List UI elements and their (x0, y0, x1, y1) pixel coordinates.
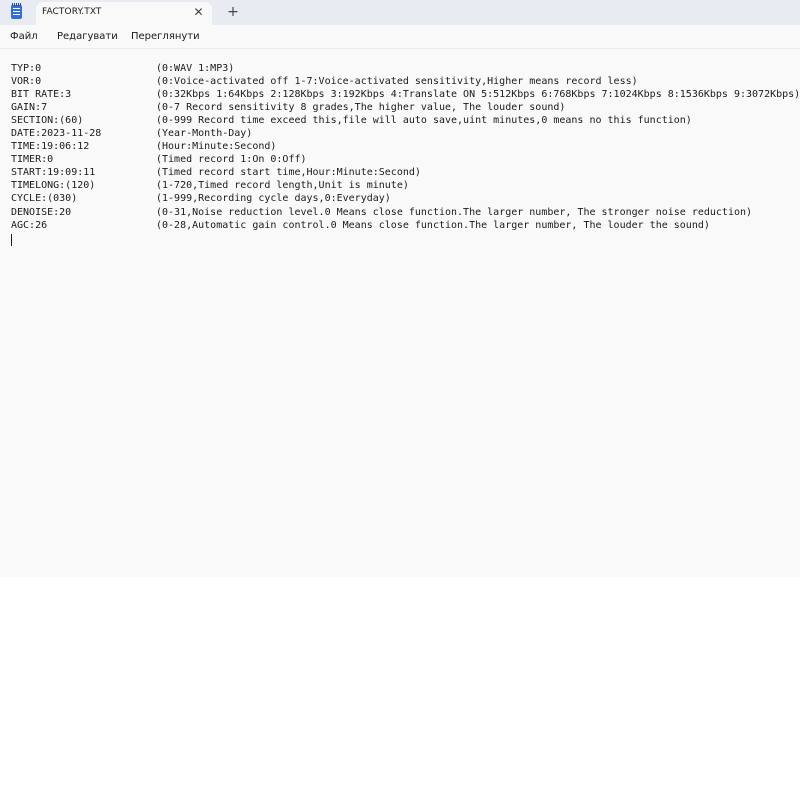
config-key: CYCLE:(030) (11, 193, 78, 204)
config-key: VOR:0 (11, 76, 42, 87)
new-tab-button[interactable]: + (226, 5, 240, 19)
text-line: TYP:0 (0:WAV 1:MP3) (11, 62, 234, 75)
menu-edit[interactable]: Редагувати (57, 31, 118, 42)
tab-factory-txt[interactable]: FACTORY.TXT ✕ (36, 2, 212, 25)
text-line: AGC:26 (0-28,Automatic gain control.0 Me… (11, 219, 710, 232)
menu-view[interactable]: Переглянути (131, 31, 200, 42)
menu-file[interactable]: Файл (10, 31, 38, 42)
config-description: (Timed record start time,Hour:Minute:Sec… (156, 167, 421, 178)
text-line: TIME:19:06:12 (Hour:Minute:Second) (11, 140, 276, 153)
config-description: (Hour:Minute:Second) (156, 141, 277, 152)
config-key: AGC:26 (11, 220, 48, 231)
notepad-window: FACTORY.TXT ✕ + Файл Редагувати Переглян… (0, 0, 800, 577)
text-line: VOR:0 (0:Voice-activated off 1-7:Voice-a… (11, 75, 638, 88)
config-key: DENOISE:20 (11, 207, 72, 218)
config-description: (0-999 Record time exceed this,file will… (156, 115, 692, 126)
config-key: GAIN:7 (11, 102, 48, 113)
close-icon[interactable]: ✕ (192, 6, 205, 19)
config-description: (0:Voice-activated off 1-7:Voice-activat… (156, 76, 638, 87)
config-key: TIMER:0 (11, 154, 54, 165)
text-line: TIMELONG:(120) (1-720,Timed record lengt… (11, 179, 409, 192)
config-key: DATE:2023-11-28 (11, 128, 102, 139)
config-description: (0:32Kbps 1:64Kbps 2:128Kbps 3:192Kbps 4… (156, 89, 800, 100)
text-line: CYCLE:(030) (1-999,Recording cycle days,… (11, 192, 391, 205)
text-line: DATE:2023-11-28 (Year-Month-Day) (11, 127, 252, 140)
text-line: TIMER:0 (Timed record 1:On 0:Off) (11, 153, 307, 166)
config-description: (1-999,Recording cycle days,0:Everyday) (156, 193, 391, 204)
text-editor[interactable]: TYP:0 (0:WAV 1:MP3) VOR:0 (0:Voice-activ… (0, 49, 800, 577)
config-key: SECTION:(60) (11, 115, 84, 126)
tab-title: FACTORY.TXT (42, 7, 102, 17)
menu-bar: Файл Редагувати Переглянути (0, 25, 800, 49)
text-line: SECTION:(60) (0-999 Record time exceed t… (11, 114, 692, 127)
config-key: START:19:09:11 (11, 167, 96, 178)
config-description: (0:WAV 1:MP3) (156, 63, 235, 74)
text-line: GAIN:7 (0-7 Record sensitivity 8 grades,… (11, 101, 565, 114)
config-description: (Year-Month-Day) (156, 128, 253, 139)
config-key: TYP:0 (11, 63, 42, 74)
config-description: (0-31,Noise reduction level.0 Means clos… (156, 207, 753, 218)
title-bar: FACTORY.TXT ✕ + (0, 0, 800, 25)
config-key: BIT RATE:3 (11, 89, 72, 100)
text-caret (11, 234, 12, 246)
notepad-icon (11, 3, 22, 19)
text-line: START:19:09:11 (Timed record start time,… (11, 166, 421, 179)
config-key: TIMELONG:(120) (11, 180, 96, 191)
config-description: (0-28,Automatic gain control.0 Means clo… (156, 220, 710, 231)
text-line: BIT RATE:3 (0:32Kbps 1:64Kbps 2:128Kbps … (11, 88, 800, 101)
config-description: (1-720,Timed record length,Unit is minut… (156, 180, 409, 191)
config-description: (0-7 Record sensitivity 8 grades,The hig… (156, 102, 566, 113)
config-description: (Timed record 1:On 0:Off) (156, 154, 307, 165)
text-line: DENOISE:20 (0-31,Noise reduction level.0… (11, 206, 752, 219)
config-key: TIME:19:06:12 (11, 141, 90, 152)
